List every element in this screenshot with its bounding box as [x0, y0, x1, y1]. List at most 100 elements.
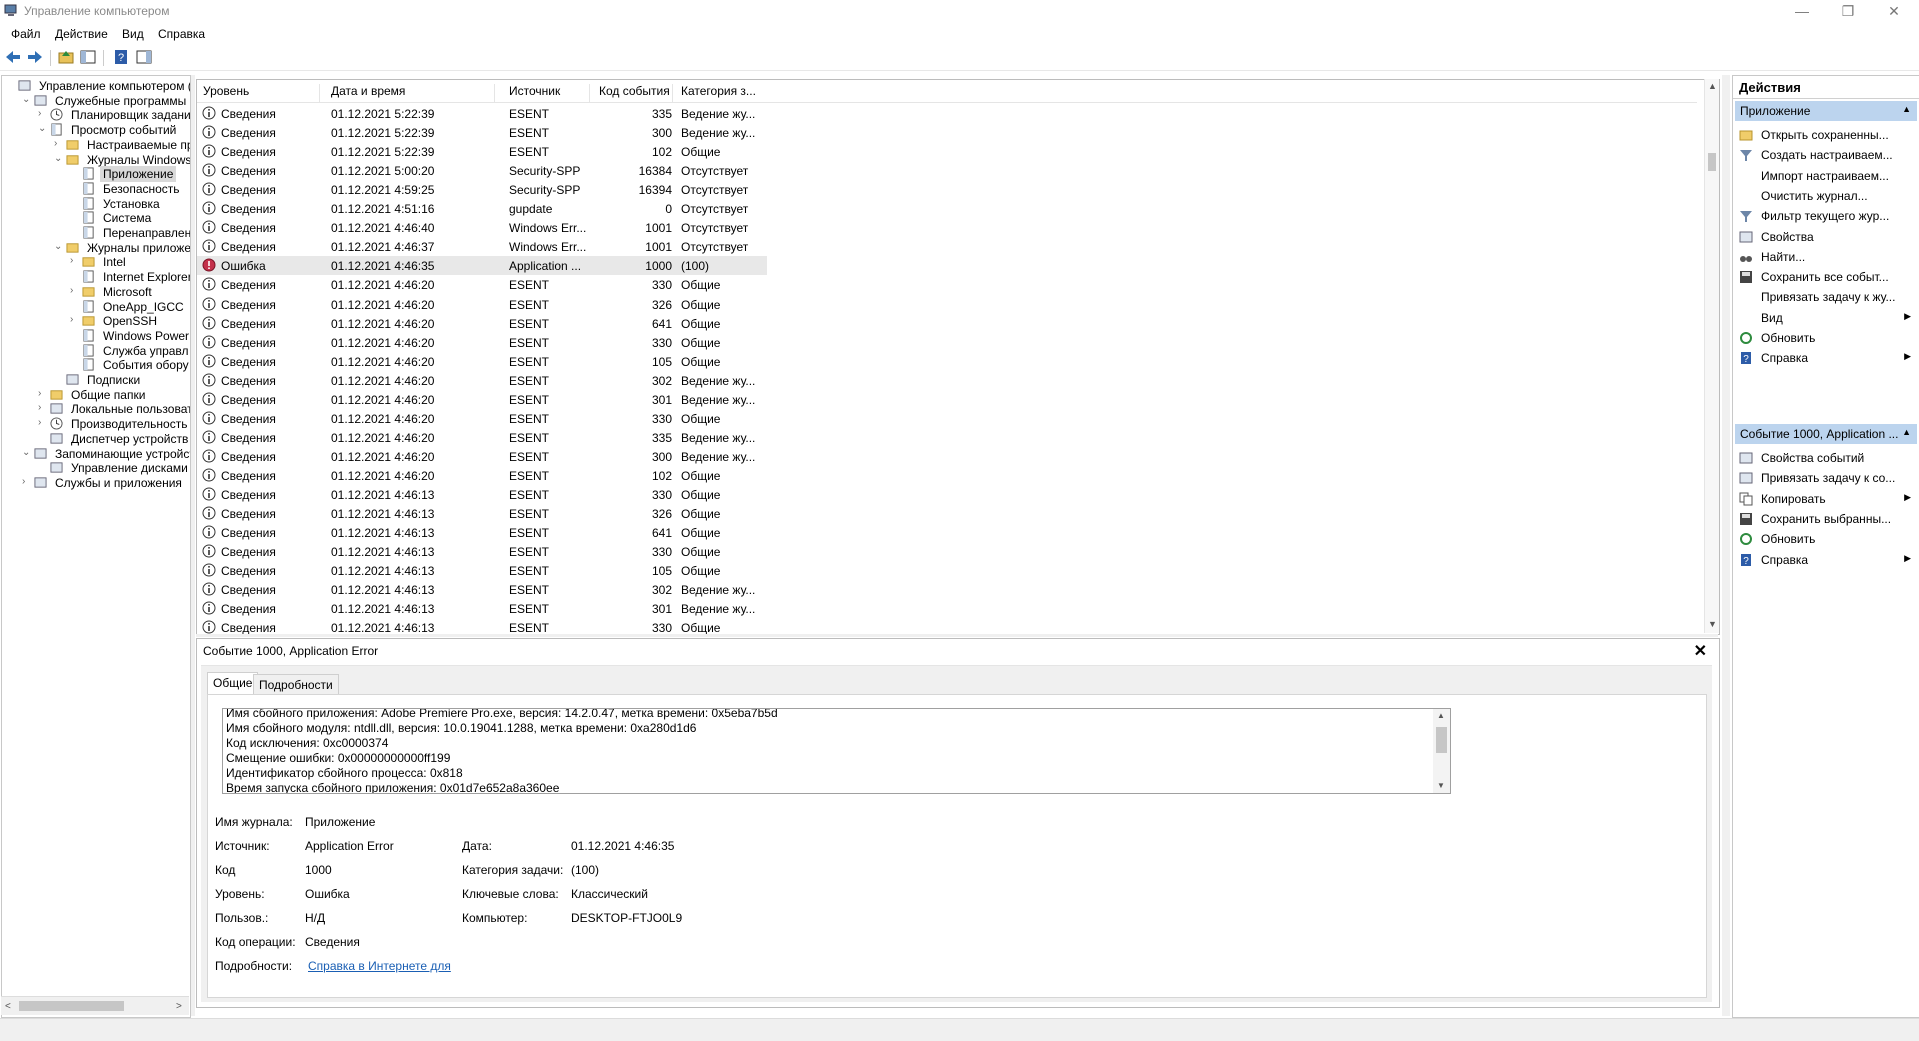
- action-item[interactable]: Сохранить выбранны...: [1735, 509, 1917, 529]
- table-row[interactable]: Ошибка 01.12.2021 4:46:35 Application ... 1…: [197, 256, 767, 276]
- table-row[interactable]: Сведения 01.12.2021 4:46:13 ESENT 301 Ведени…: [197, 599, 767, 618]
- action-item[interactable]: Копировать ▶: [1735, 489, 1917, 509]
- action-item[interactable]: ? Справка ▶: [1735, 348, 1917, 368]
- back-icon[interactable]: [4, 48, 22, 66]
- table-row[interactable]: Сведения 01.12.2021 4:46:40 Windows Err...…: [197, 218, 767, 237]
- table-row[interactable]: Сведения 01.12.2021 4:59:25 Security-SPP 16…: [197, 180, 767, 199]
- menu-help[interactable]: Справка: [158, 27, 205, 41]
- column-datetime[interactable]: Дата и время: [331, 84, 495, 102]
- expand-chevron-icon[interactable]: ›: [70, 314, 80, 325]
- column-level[interactable]: Уровень: [203, 84, 320, 102]
- table-row[interactable]: Сведения 01.12.2021 4:46:20 ESENT 330 Общие: [197, 275, 767, 294]
- show-actions-icon[interactable]: [135, 48, 153, 66]
- expand-chevron-icon[interactable]: ›: [38, 108, 48, 119]
- horizontal-splitter[interactable]: [196, 634, 1718, 637]
- table-row[interactable]: Сведения 01.12.2021 4:46:13 ESENT 302 Ведени…: [197, 580, 767, 599]
- menu-file[interactable]: Файл: [11, 27, 41, 41]
- close-button[interactable]: ✕: [1871, 0, 1917, 24]
- expand-chevron-icon[interactable]: ›: [38, 402, 48, 413]
- table-row[interactable]: Сведения 01.12.2021 5:00:20 Security-SPP 16…: [197, 161, 767, 180]
- section-header-log[interactable]: Приложение ▲: [1735, 101, 1917, 121]
- table-row[interactable]: Сведения 01.12.2021 4:46:20 ESENT 335 Ведени…: [197, 428, 767, 447]
- show-tree-icon[interactable]: [79, 48, 97, 66]
- action-item[interactable]: Фильтр текущего жур...: [1735, 206, 1917, 226]
- table-row[interactable]: Сведения 01.12.2021 4:46:13 ESENT 330 Общие: [197, 618, 767, 634]
- table-row[interactable]: Сведения 01.12.2021 4:46:20 ESENT 641 Общие: [197, 314, 767, 333]
- table-row[interactable]: Сведения 01.12.2021 5:22:39 ESENT 300 Ведени…: [197, 123, 767, 142]
- left-splitter[interactable]: [191, 75, 195, 1016]
- scroll-thumb[interactable]: [19, 1001, 124, 1011]
- collapse-chevron-icon[interactable]: ⌄: [54, 241, 64, 252]
- minimize-button[interactable]: —: [1779, 0, 1825, 24]
- table-row[interactable]: Сведения 01.12.2021 4:46:20 ESENT 326 Общие: [197, 295, 767, 314]
- table-row[interactable]: Сведения 01.12.2021 4:46:20 ESENT 301 Ведени…: [197, 390, 767, 409]
- action-item[interactable]: Привязать задачу к жу...: [1735, 287, 1917, 307]
- action-item[interactable]: ? Справка ▶: [1735, 550, 1917, 570]
- scroll-up-icon[interactable]: ▲: [1708, 81, 1717, 91]
- column-task-category[interactable]: Категория з...: [681, 84, 763, 102]
- table-row[interactable]: Сведения 01.12.2021 4:46:13 ESENT 326 Общие: [197, 504, 767, 523]
- tab-details[interactable]: Подробности: [253, 674, 339, 696]
- collapse-chevron-icon[interactable]: ⌄: [22, 94, 32, 105]
- restore-button[interactable]: ❐: [1825, 0, 1871, 24]
- scroll-thumb[interactable]: [1436, 727, 1447, 753]
- menu-action[interactable]: Действие: [55, 27, 108, 41]
- table-row[interactable]: Сведения 01.12.2021 4:46:37 Windows Err...…: [197, 237, 767, 256]
- menu-view[interactable]: Вид: [122, 27, 144, 41]
- events-vertical-scrollbar[interactable]: ▲ ▼: [1704, 79, 1719, 633]
- expand-chevron-icon[interactable]: ›: [54, 138, 64, 149]
- column-event-id[interactable]: Код события: [599, 84, 673, 102]
- table-row[interactable]: Сведения 01.12.2021 4:46:13 ESENT 330 Общие: [197, 485, 767, 504]
- scroll-down-icon[interactable]: ▼: [1437, 781, 1445, 790]
- section-header-event[interactable]: Событие 1000, Application ... ▲: [1735, 424, 1917, 444]
- table-row[interactable]: Сведения 01.12.2021 4:46:20 ESENT 300 Ведени…: [197, 447, 767, 466]
- table-row[interactable]: Сведения 01.12.2021 4:46:20 ESENT 330 Общие: [197, 409, 767, 428]
- tab-general[interactable]: Общие: [207, 672, 259, 696]
- detail-close-button[interactable]: ✕: [1694, 641, 1707, 661]
- forward-icon[interactable]: [26, 48, 44, 66]
- expand-chevron-icon[interactable]: ›: [38, 388, 48, 399]
- right-splitter[interactable]: [1722, 75, 1730, 1016]
- collapse-icon[interactable]: ▲: [1902, 104, 1911, 114]
- action-item[interactable]: Обновить: [1735, 529, 1917, 549]
- action-item[interactable]: Импорт настраиваем...: [1735, 166, 1917, 186]
- scroll-down-icon[interactable]: ▼: [1708, 619, 1717, 629]
- expand-chevron-icon[interactable]: ›: [38, 417, 48, 428]
- table-row[interactable]: Сведения 01.12.2021 4:46:20 ESENT 302 Ведени…: [197, 371, 767, 390]
- action-item[interactable]: Открыть сохраненны...: [1735, 125, 1917, 145]
- tree-horizontal-scrollbar[interactable]: < >: [1, 996, 189, 1015]
- table-row[interactable]: Сведения 01.12.2021 4:46:20 ESENT 330 Общие: [197, 333, 767, 352]
- action-item[interactable]: Обновить: [1735, 328, 1917, 348]
- table-row[interactable]: Сведения 01.12.2021 4:46:20 ESENT 105 Общие: [197, 352, 767, 371]
- action-item[interactable]: Свойства: [1735, 227, 1917, 247]
- expand-chevron-icon[interactable]: ›: [70, 285, 80, 296]
- action-item[interactable]: Привязать задачу к со...: [1735, 468, 1917, 488]
- description-scrollbar[interactable]: ▲ ▼: [1433, 709, 1450, 793]
- action-item[interactable]: Вид ▶: [1735, 308, 1917, 328]
- action-item[interactable]: Очистить журнал...: [1735, 186, 1917, 206]
- table-row[interactable]: Сведения 01.12.2021 4:46:20 ESENT 102 Общие: [197, 466, 767, 485]
- table-row[interactable]: Сведения 01.12.2021 5:22:39 ESENT 102 Общие: [197, 142, 767, 161]
- scroll-up-icon[interactable]: ▲: [1437, 711, 1445, 720]
- event-description[interactable]: Имя сбойного приложения: Adobe Premiere …: [222, 708, 1451, 794]
- expand-chevron-icon[interactable]: ›: [22, 476, 32, 487]
- scroll-thumb[interactable]: [1708, 153, 1716, 171]
- online-help-link[interactable]: Справка в Интернете для: [308, 959, 451, 973]
- action-item[interactable]: Найти...: [1735, 247, 1917, 267]
- action-item[interactable]: Создать настраиваем...: [1735, 145, 1917, 165]
- table-row[interactable]: Сведения 01.12.2021 5:22:39 ESENT 335 Ведени…: [197, 104, 767, 123]
- action-item[interactable]: Свойства событий: [1735, 448, 1917, 468]
- collapse-chevron-icon[interactable]: ⌄: [54, 153, 64, 164]
- scroll-right-icon[interactable]: >: [176, 1001, 182, 1012]
- action-item[interactable]: Сохранить все событ...: [1735, 267, 1917, 287]
- scroll-left-icon[interactable]: <: [5, 1001, 11, 1012]
- expand-chevron-icon[interactable]: ›: [70, 255, 80, 266]
- collapse-icon[interactable]: ▲: [1902, 427, 1911, 437]
- table-row[interactable]: Сведения 01.12.2021 4:46:13 ESENT 105 Общие: [197, 561, 767, 580]
- column-source[interactable]: Источник: [509, 84, 590, 102]
- help-icon[interactable]: ?: [112, 48, 130, 66]
- collapse-chevron-icon[interactable]: ⌄: [38, 123, 48, 134]
- collapse-chevron-icon[interactable]: ⌄: [22, 447, 32, 458]
- table-row[interactable]: Сведения 01.12.2021 4:46:13 ESENT 641 Общие: [197, 523, 767, 542]
- table-row[interactable]: Сведения 01.12.2021 4:46:13 ESENT 330 Общие: [197, 542, 767, 561]
